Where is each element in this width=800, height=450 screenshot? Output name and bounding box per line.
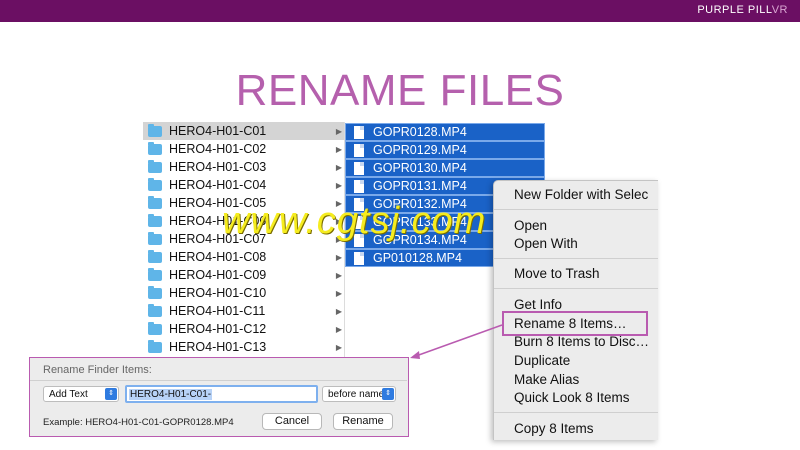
cancel-button[interactable]: Cancel: [262, 413, 322, 430]
watermark: www.cgtsj.com: [222, 200, 487, 242]
rename-mode-select[interactable]: Add Text ⇕: [43, 386, 119, 402]
position-value: before name: [328, 388, 385, 400]
select-stepper-icon: ⇕: [382, 388, 394, 400]
rename-button[interactable]: Rename: [333, 413, 393, 430]
rename-text-value: HERO4-H01-C01-: [129, 388, 213, 400]
dialog-title: Rename Finder Items:: [43, 364, 152, 376]
dialog-divider: [30, 380, 407, 381]
rename-text-input[interactable]: HERO4-H01-C01-: [125, 385, 318, 403]
rename-mode-value: Add Text: [49, 388, 88, 400]
select-stepper-icon: ⇕: [105, 388, 117, 400]
rename-dialog: Rename Finder Items: Add Text ⇕ HERO4-H0…: [29, 357, 409, 437]
rename-example: Example: HERO4-H01-C01-GOPR0128.MP4: [43, 417, 234, 428]
position-select[interactable]: before name ⇕: [322, 386, 396, 402]
